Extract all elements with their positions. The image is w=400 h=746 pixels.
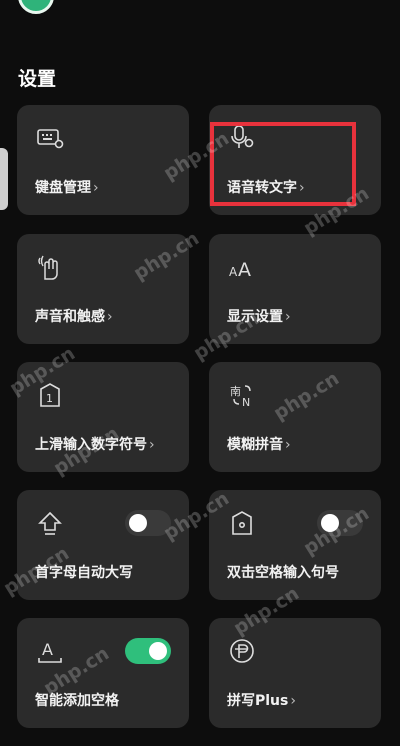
smart-space-toggle[interactable] bbox=[125, 638, 171, 664]
card-label: 显示设置 bbox=[227, 309, 283, 325]
svg-text:1: 1 bbox=[46, 392, 53, 405]
card-label: 拼写Plus bbox=[227, 693, 289, 709]
swipe-up-symbols-card[interactable]: 1 上滑输入数字符号 › bbox=[17, 362, 189, 472]
auto-capitalize-icon bbox=[38, 511, 62, 535]
toggle-knob bbox=[129, 514, 147, 532]
section-title: 设置 bbox=[18, 68, 57, 90]
keyboard-settings-icon bbox=[37, 129, 64, 149]
side-drawer-handle[interactable] bbox=[0, 148, 8, 210]
svg-text:A: A bbox=[229, 265, 238, 279]
spell-plus-icon bbox=[230, 639, 254, 663]
chevron-right-icon: › bbox=[93, 180, 99, 196]
double-space-period-card: 双击空格输入句号 bbox=[209, 490, 381, 600]
font-size-icon: A A bbox=[229, 259, 251, 281]
svg-text:N: N bbox=[242, 396, 250, 409]
display-settings-card[interactable]: A A 显示设置 › bbox=[209, 234, 381, 344]
toggle-knob bbox=[149, 642, 167, 660]
smart-space-icon: A bbox=[38, 640, 62, 663]
chevron-right-icon: › bbox=[290, 693, 296, 709]
card-label: 上滑输入数字符号 bbox=[35, 437, 147, 453]
card-label: 模糊拼音 bbox=[227, 437, 283, 453]
chevron-right-icon: › bbox=[285, 309, 291, 325]
card-label: 键盘管理 bbox=[35, 180, 91, 196]
swipe-number-icon: 1 bbox=[40, 383, 60, 407]
double-space-period-toggle[interactable] bbox=[317, 510, 363, 536]
keyboard-management-card[interactable]: 键盘管理 › bbox=[17, 105, 189, 215]
fuzzy-pinyin-icon: 南 N bbox=[230, 385, 251, 409]
hand-vibration-icon bbox=[38, 255, 58, 280]
auto-capitalize-card: 首字母自动大写 bbox=[17, 490, 189, 600]
card-label: 智能添加空格 bbox=[35, 693, 119, 709]
highlight-box bbox=[210, 122, 356, 206]
card-label: 首字母自动大写 bbox=[35, 565, 133, 581]
svg-text:A: A bbox=[238, 259, 251, 281]
chevron-right-icon: › bbox=[285, 437, 291, 453]
spell-plus-card[interactable]: 拼写Plus › bbox=[209, 618, 381, 728]
card-label: 声音和触感 bbox=[35, 309, 105, 325]
svg-text:A: A bbox=[42, 640, 53, 659]
sound-and-haptics-card[interactable]: 声音和触感 › bbox=[17, 234, 189, 344]
svg-text:南: 南 bbox=[230, 385, 241, 398]
double-space-period-icon bbox=[232, 511, 252, 535]
toggle-knob bbox=[321, 514, 339, 532]
auto-capitalize-toggle[interactable] bbox=[125, 510, 171, 536]
chevron-right-icon: › bbox=[149, 437, 155, 453]
chevron-right-icon: › bbox=[107, 309, 113, 325]
avatar bbox=[18, 0, 54, 14]
smart-space-card: A 智能添加空格 bbox=[17, 618, 189, 728]
fuzzy-pinyin-card[interactable]: 南 N 模糊拼音 › bbox=[209, 362, 381, 472]
card-label: 双击空格输入句号 bbox=[227, 565, 339, 581]
